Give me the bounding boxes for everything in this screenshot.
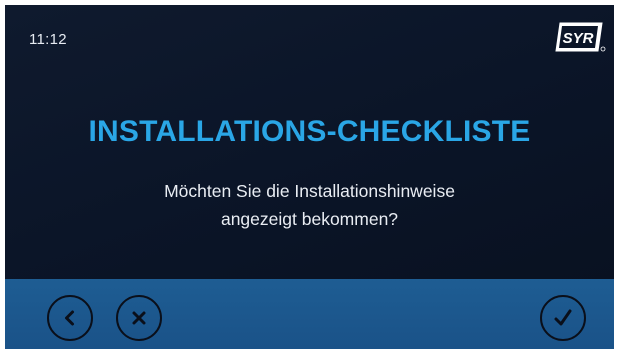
bottom-action-bar xyxy=(5,279,614,349)
question-line-1: Möchten Sie die Installationshinweise xyxy=(164,181,455,201)
checkmark-icon xyxy=(554,309,572,326)
chevron-left-icon xyxy=(65,310,74,326)
question-line-2: angezeigt bekommen? xyxy=(220,209,399,229)
screen: 11:12 SYR INSTALLATIONS-CHECKLISTE Möcht… xyxy=(5,5,614,349)
cancel-button[interactable] xyxy=(116,295,162,341)
confirm-button[interactable] xyxy=(540,295,586,341)
close-icon xyxy=(132,311,146,325)
status-time: 11:12 xyxy=(29,31,67,48)
dialog-question: Möchten Sie die Installationshinweise an… xyxy=(105,177,514,233)
back-button[interactable] xyxy=(47,295,93,341)
page-title: INSTALLATIONS-CHECKLISTE xyxy=(88,115,531,148)
syr-logo: SYR xyxy=(552,19,606,55)
logo-text: SYR xyxy=(563,30,594,47)
